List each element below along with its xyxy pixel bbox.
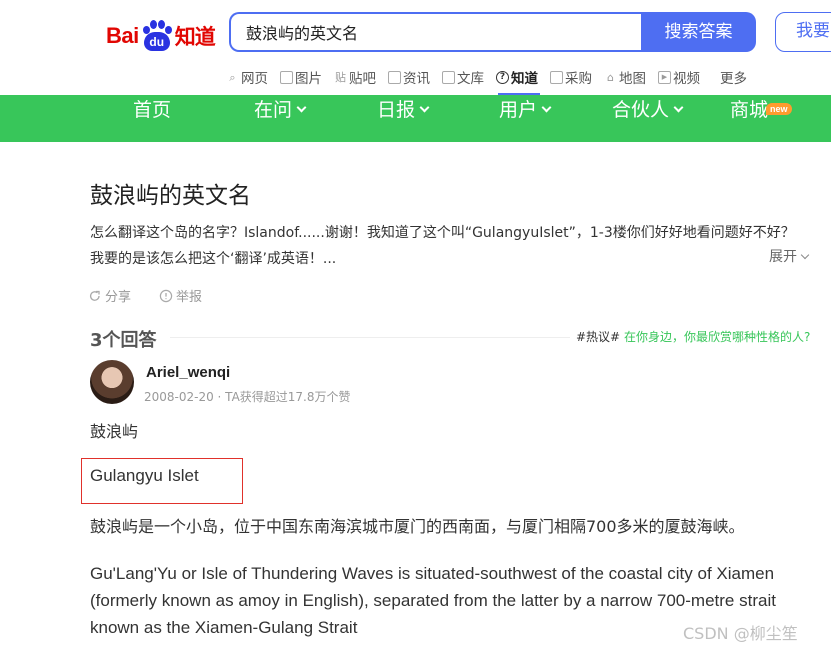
answer-text-line: 鼓浪屿 [90, 422, 139, 441]
menu-daily[interactable]: 日报 [377, 95, 430, 142]
search-answer-button[interactable]: 搜索答案 [641, 12, 756, 52]
share-button[interactable]: 分享 [88, 286, 131, 305]
csdn-watermark: CSDN @柳尘笙 [683, 624, 798, 643]
channel-label: 知道 [511, 71, 538, 87]
expand-button[interactable]: 展开 [769, 246, 810, 266]
menu-label: 在问 [254, 99, 293, 121]
share-icon [89, 290, 100, 301]
channel-label: 地图 [619, 71, 646, 87]
paw-logo-icon: du [140, 20, 174, 52]
chevron-down-icon [419, 102, 430, 113]
hot-topic-tag: #热议# [576, 330, 621, 344]
report-icon [159, 289, 173, 302]
new-badge: new [766, 103, 792, 115]
report-label: 举报 [176, 290, 203, 305]
ask-question-button[interactable]: 我要 [775, 12, 831, 52]
baidu-zhidao-logo[interactable]: Bai du 知道 [106, 18, 216, 54]
channel-more[interactable]: 更多 [720, 66, 747, 88]
channel-image[interactable]: 图片 [280, 66, 322, 88]
channel-zhidao[interactable]: ? 知道 [496, 66, 540, 95]
menu-label: 用户 [499, 99, 538, 121]
logo-zhidao-text: 知道 [174, 25, 216, 49]
channel-label: 更多 [720, 71, 747, 87]
channel-map[interactable]: ⌂ 地图 [604, 66, 646, 88]
chevron-down-icon [541, 102, 552, 113]
answers-count: 3个回答 [90, 330, 157, 351]
answer-highlighted-text: Gulangyu Islet [90, 466, 199, 485]
channel-nav: ⌕ 网页 图片 贴 贴吧 资讯 文库 ? 知道 采购 ⌂ 地图 ▶ 视频 更多 [226, 66, 759, 95]
question-description: 怎么翻译这个岛的名字？Islandof......谢谢！我知道了这个叫“Gula… [90, 225, 795, 267]
channel-label: 图片 [295, 71, 322, 87]
search-input[interactable] [231, 14, 641, 50]
top-header: Bai du 知道 搜索答案 我要 ⌕ 网页 图片 贴 贴吧 资讯 [0, 0, 831, 95]
channel-purchase[interactable]: 采购 [550, 66, 592, 88]
hot-topic-link[interactable]: #热议# 在你身边，你最欣赏哪种性格的人? [576, 328, 810, 345]
answer-username[interactable]: Ariel_wenqi [146, 364, 230, 381]
map-icon: ⌂ [607, 70, 614, 84]
search-icon: ⌕ [229, 70, 236, 84]
question-actions: 分享 举报 [88, 286, 230, 305]
expand-label: 展开 [769, 249, 797, 265]
menu-label: 合伙人 [612, 99, 670, 121]
answer-paragraph-chinese: 鼓浪屿是一个小岛，位于中国东南海滨城市厦门的西南面，与厦门相隔700多米的厦鼓海… [90, 517, 745, 536]
channel-video[interactable]: ▶ 视频 [658, 66, 700, 88]
menu-label: 商城 [730, 99, 769, 121]
report-button[interactable]: 举报 [159, 286, 202, 305]
avatar[interactable] [90, 360, 134, 404]
search-box [229, 12, 641, 52]
hot-topic-text: 在你身边，你最欣赏哪种性格的人? [620, 330, 811, 344]
tieba-icon: 贴 [335, 70, 346, 84]
divider [170, 337, 570, 338]
menu-partner[interactable]: 合伙人 [612, 95, 684, 142]
chevron-down-icon [800, 250, 810, 260]
menu-label: 日报 [377, 99, 416, 121]
menu-mall[interactable]: 商城 new [730, 95, 792, 142]
menu-ask[interactable]: 在问 [254, 95, 307, 142]
image-icon [280, 70, 293, 84]
video-icon: ▶ [658, 70, 671, 84]
answer-meta: 2008-02-20 · TA获得超过17.8万个赞 [144, 390, 351, 404]
channel-news[interactable]: 资讯 [388, 66, 430, 88]
logo-bai-text: Bai [106, 23, 139, 48]
shop-icon [550, 70, 563, 84]
channel-tieba[interactable]: 贴 贴吧 [334, 66, 376, 88]
chevron-down-icon [296, 102, 307, 113]
question-title: 鼓浪屿的英文名 [90, 183, 251, 209]
news-icon [388, 70, 401, 84]
document-icon [442, 70, 455, 84]
channel-label: 贴吧 [349, 71, 376, 87]
question-icon: ? [496, 70, 509, 84]
channel-wenku[interactable]: 文库 [442, 66, 484, 88]
channel-web[interactable]: ⌕ 网页 [226, 66, 268, 88]
channel-label: 资讯 [403, 71, 430, 87]
logo-du-text: du [143, 32, 170, 51]
share-label: 分享 [105, 290, 132, 305]
main-menu-bar: 首页 在问 日报 用户 合伙人 商城 new [0, 95, 831, 142]
channel-label: 视频 [673, 71, 700, 87]
menu-label: 首页 [133, 99, 172, 121]
channel-label: 文库 [457, 71, 484, 87]
menu-user[interactable]: 用户 [499, 95, 552, 142]
menu-home[interactable]: 首页 [133, 95, 171, 142]
channel-label: 网页 [241, 71, 268, 87]
channel-label: 采购 [565, 71, 592, 87]
chevron-down-icon [673, 102, 684, 113]
